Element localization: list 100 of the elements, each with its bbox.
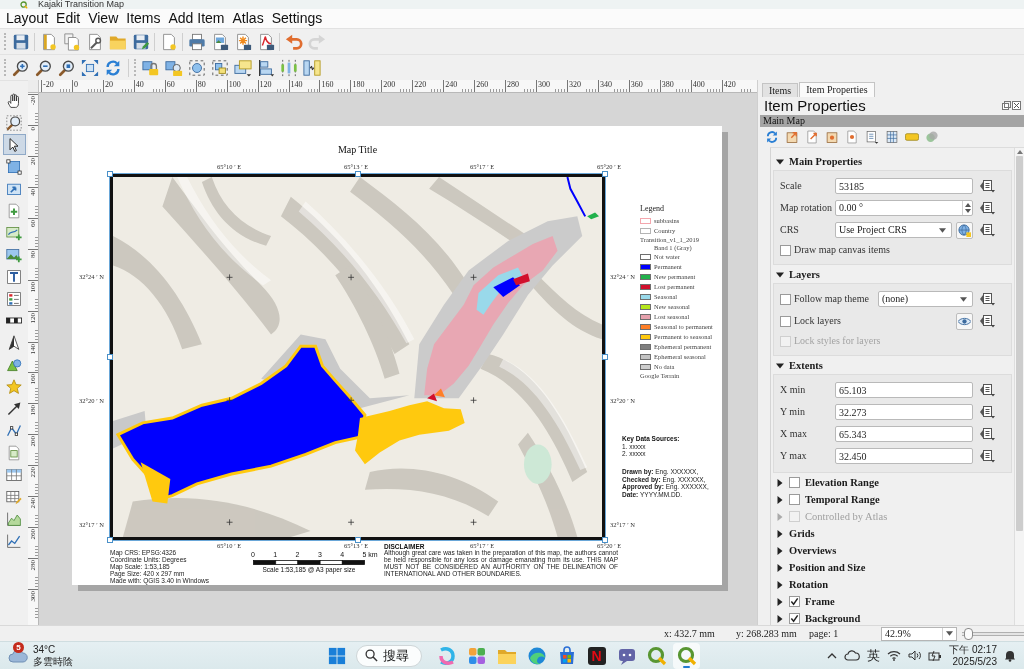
star-icon — [6, 378, 22, 395]
toolbar-grip[interactable] — [4, 59, 7, 76]
menu-item[interactable]: Edit — [52, 9, 85, 28]
section-title[interactable]: Background — [805, 612, 861, 625]
section-title[interactable]: Rotation — [789, 578, 829, 591]
tab[interactable]: Items — [762, 83, 799, 97]
data-defined-button[interactable] — [978, 426, 996, 442]
stack-caret-icon — [978, 223, 996, 237]
refresh-icon — [765, 130, 779, 144]
scrollbar[interactable] — [1014, 148, 1024, 625]
data-defined-button[interactable] — [978, 404, 996, 420]
text-field[interactable]: 32.450 — [835, 448, 973, 464]
toolbar-grip[interactable] — [134, 59, 137, 76]
text-field[interactable]: 65.343 — [835, 426, 973, 442]
slider-thumb[interactable] — [963, 627, 973, 640]
section-title[interactable]: Main Properties — [789, 155, 862, 168]
dropdown[interactable]: Use Project CRS — [835, 222, 952, 238]
squares-lens-icon — [164, 58, 183, 77]
data-defined-button[interactable] — [978, 382, 996, 398]
data-defined-button[interactable] — [978, 222, 996, 238]
checkbox[interactable] — [789, 613, 800, 624]
data-defined-button[interactable] — [978, 291, 996, 307]
zoom-in-icon — [11, 58, 30, 77]
menu-item[interactable]: Add Item — [164, 9, 229, 28]
taskbar-app[interactable] — [673, 642, 700, 669]
data-defined-button[interactable] — [978, 178, 996, 194]
search-button[interactable]: 搜尋 — [356, 644, 422, 667]
section-title[interactable]: Grids — [789, 527, 815, 540]
section-title[interactable]: Frame — [805, 595, 835, 608]
checkbox[interactable] — [789, 596, 800, 607]
spin-box[interactable]: 0.00 ° — [835, 200, 973, 216]
text-field[interactable]: 53185 — [835, 178, 973, 194]
battery-plug-icon — [928, 649, 943, 662]
section-title[interactable]: Elevation Range — [805, 476, 879, 489]
resize-bars-icon — [302, 58, 321, 77]
field-label: Scale — [780, 180, 803, 192]
menu-item[interactable]: View — [84, 9, 123, 28]
restore-squares-icon — [1002, 101, 1011, 110]
crs-button[interactable] — [956, 221, 973, 239]
visibility-button[interactable] — [956, 312, 973, 330]
cursor-y-readout: y: 268.283 mm — [736, 627, 798, 640]
data-defined-button[interactable] — [978, 200, 996, 216]
selection-handle[interactable] — [602, 537, 608, 543]
caret-down-icon — [960, 296, 967, 302]
selection-handle[interactable] — [107, 537, 113, 543]
selection-handle[interactable] — [354, 537, 361, 543]
checkbox-label[interactable]: Draw map canvas items — [794, 244, 890, 256]
menu-item[interactable]: Items — [122, 9, 165, 28]
selection-handle[interactable] — [107, 171, 113, 177]
input-method-indicator[interactable]: 英 — [867, 648, 881, 663]
selection-handle[interactable] — [602, 171, 608, 177]
section-title[interactable]: Position and Size — [789, 561, 866, 574]
clock-time[interactable]: 下午 02:17 — [949, 643, 997, 656]
speaker-icon — [908, 650, 922, 661]
section-title[interactable]: Temporal Range — [805, 493, 880, 506]
undo-arrow-icon — [284, 32, 303, 51]
checkbox[interactable] — [789, 477, 800, 488]
float-button[interactable] — [1002, 101, 1011, 110]
toolbar-grip[interactable] — [4, 33, 7, 50]
legend-title: Legend — [640, 203, 664, 215]
checkbox[interactable] — [789, 494, 800, 505]
data-defined-button[interactable] — [978, 313, 996, 329]
close-button[interactable] — [1012, 101, 1021, 110]
ruler-label: 320 — [567, 80, 581, 90]
hand-icon — [6, 92, 22, 109]
tab[interactable]: Item Properties — [799, 82, 875, 97]
selection-handle[interactable] — [107, 354, 113, 360]
checkbox-label[interactable]: Lock layers — [794, 315, 952, 327]
section-title[interactable]: Overviews — [789, 544, 837, 557]
checkbox[interactable] — [780, 315, 791, 327]
menu-item[interactable]: Settings — [267, 9, 327, 28]
zoom-slider[interactable] — [962, 627, 1024, 640]
selection-handle[interactable] — [354, 171, 361, 177]
ruler-label: 180 — [351, 80, 365, 90]
text-field[interactable]: 65.103 — [835, 382, 973, 398]
data-defined-button[interactable] — [978, 448, 996, 464]
table-pencil-icon — [6, 488, 22, 505]
menu-item[interactable]: Atlas — [228, 9, 268, 28]
checkbox-label[interactable]: Follow map theme — [794, 293, 878, 305]
zoom-dropdown[interactable]: 42.9% — [881, 626, 957, 641]
checkbox[interactable] — [780, 244, 791, 256]
menu-item[interactable]: Layout — [2, 9, 53, 28]
map-arrow-out-icon — [785, 130, 799, 144]
clock-date[interactable]: 2025/5/23 — [952, 655, 997, 668]
field-label: Map rotation — [780, 202, 833, 214]
dropdown[interactable]: (none) — [878, 291, 973, 307]
node-square-icon — [6, 158, 22, 175]
caret-down-icon — [946, 631, 953, 636]
field-label: X min — [780, 384, 807, 396]
selection-handle[interactable] — [602, 354, 608, 360]
checkbox[interactable] — [780, 293, 791, 305]
scrollbar-thumb[interactable] — [1016, 156, 1023, 531]
scroll-up-icon — [1016, 150, 1023, 154]
ruler-label: 120 — [258, 80, 272, 90]
text-field[interactable]: 32.273 — [835, 404, 973, 420]
legend-list-icon — [6, 290, 22, 307]
section-title[interactable]: Layers — [789, 268, 820, 281]
section-title[interactable]: Extents — [789, 359, 823, 372]
tool-button[interactable] — [2, 134, 26, 155]
ruler-label: 20 — [103, 80, 113, 90]
